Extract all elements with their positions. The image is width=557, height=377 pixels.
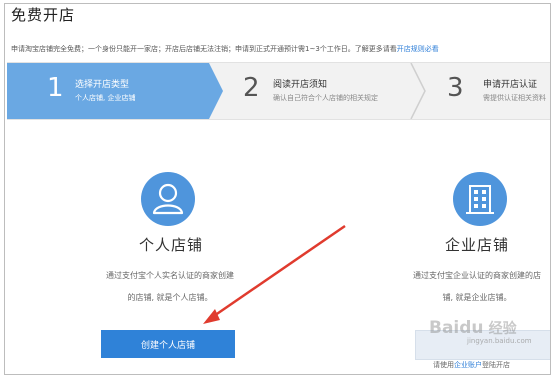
create-personal-store-button[interactable]: 创建个人店铺 — [101, 330, 235, 358]
personal-store-title: 个人店铺 — [139, 236, 204, 254]
watermark-brand: Baidu — [429, 318, 484, 338]
page-frame: 免费开店 申请淘宝店铺完全免费；一个身份只能开一家店；开店后店铺无法注销；申请到… — [4, 3, 551, 375]
arrow-head — [203, 309, 220, 324]
personal-store-desc: 通过支付宝个人实名认证的商家创建 的店铺, 就是个人店铺。 — [65, 265, 275, 309]
personal-desc-line-1: 通过支付宝个人实名认证的商家创建 — [106, 271, 234, 280]
watermark-url: jingyan.baidu.com — [467, 337, 532, 345]
step-3-title: 申请开店认证 — [483, 80, 538, 90]
notice-text: 申请淘宝店铺完全免费；一个身份只能开一家店；开店后店铺无法注销；申请到正式开通预… — [11, 44, 550, 54]
watermark-cn: 经验 — [488, 321, 517, 337]
page-title: 免费开店 — [11, 6, 76, 24]
rules-link[interactable]: 开店规则必看 — [397, 45, 439, 53]
step-1: 1 选择开店类型 个人店铺, 企业店铺 — [7, 63, 223, 119]
enterprise-desc-line-2: 铺, 就是企业店铺。 — [442, 293, 512, 302]
enterprise-login-note: 请使用企业账户登陆开店 — [433, 360, 510, 370]
ent-note-suffix: 登陆开店 — [482, 361, 510, 369]
enterprise-desc-line-1: 通过支付宝企业认证的商家创建的店 — [413, 271, 541, 280]
step-1-number: 1 — [47, 73, 64, 103]
personal-desc-line-2: 的店铺, 就是个人店铺。 — [127, 293, 213, 302]
building-icon — [453, 172, 507, 230]
step-divider — [410, 63, 426, 119]
notice-body: 申请淘宝店铺完全免费；一个身份只能开一家店；开店后店铺无法注销；申请到正式开通预… — [11, 45, 397, 53]
step-2-subtitle: 确认自己符合个人店铺的相关规定 — [273, 94, 378, 102]
step-bar: 1 选择开店类型 个人店铺, 企业店铺 2 阅读开店须知 确认自己符合个人店铺的… — [7, 62, 550, 120]
enterprise-store-title: 企业店铺 — [445, 236, 510, 254]
step-3-number: 3 — [447, 73, 464, 103]
ent-note-prefix: 请使用 — [433, 361, 454, 369]
baidu-watermark: Baidu 经验 — [429, 318, 517, 338]
step-2-title: 阅读开店须知 — [273, 80, 328, 90]
step-3-subtitle: 需提供认证相关资料 — [483, 94, 546, 102]
step-1-subtitle: 个人店铺, 企业店铺 — [75, 94, 136, 102]
step-2-number: 2 — [243, 73, 260, 103]
step-1-title: 选择开店类型 — [75, 80, 130, 90]
user-icon — [141, 172, 195, 230]
enterprise-store-desc: 通过支付宝企业认证的商家创建的店 铺, 就是企业店铺。 — [389, 265, 550, 309]
enterprise-account-link[interactable]: 企业账户 — [454, 361, 482, 369]
